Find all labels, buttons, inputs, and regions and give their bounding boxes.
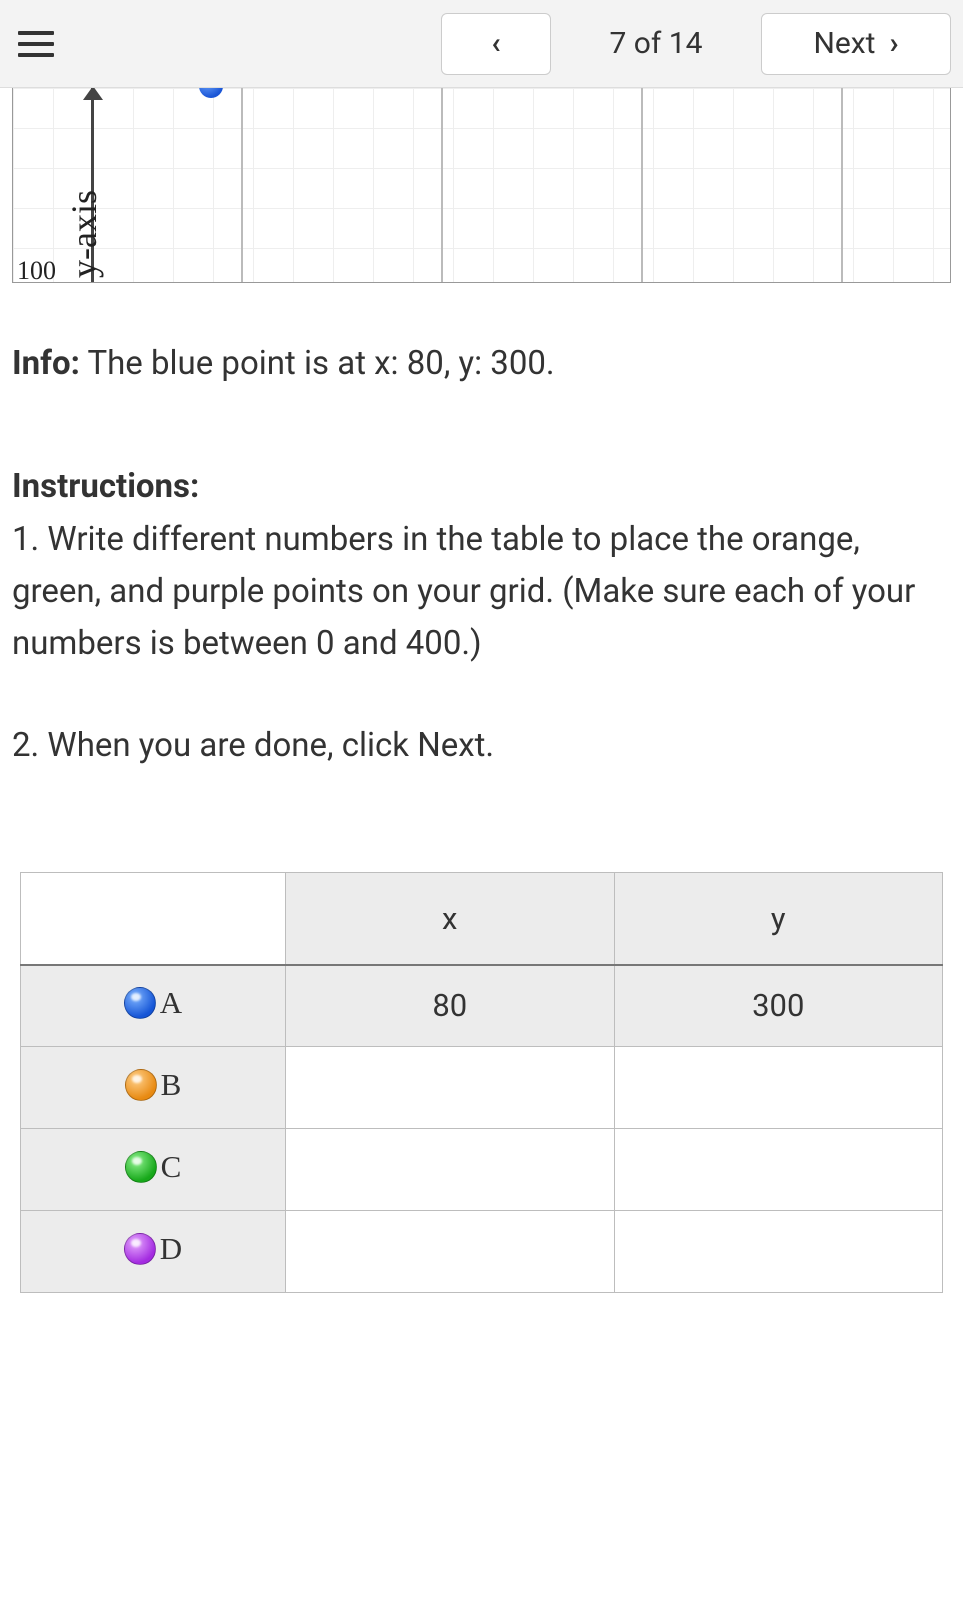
point-label-cell: D — [21, 1211, 286, 1293]
info-line: Info: The blue point is at x: 80, y: 300… — [12, 339, 951, 389]
table-header-x: x — [286, 873, 615, 965]
point-letter: C — [161, 1149, 182, 1185]
menu-icon[interactable] — [18, 24, 58, 64]
point-letter: A — [160, 985, 182, 1021]
next-button[interactable]: Next › — [761, 13, 951, 75]
table-row: B — [21, 1047, 943, 1129]
table-header-blank — [21, 873, 286, 965]
x-value-cell: 80 — [286, 965, 615, 1047]
x-value-cell[interactable] — [286, 1047, 615, 1129]
point-label-cell: C — [21, 1129, 286, 1211]
purple-point-icon — [124, 1233, 156, 1265]
next-button-label: Next — [813, 26, 875, 61]
y-axis-arrow-icon — [83, 88, 103, 100]
x-value-cell[interactable] — [286, 1129, 615, 1211]
info-text: The blue point is at x: 80, y: 300. — [87, 344, 554, 383]
point-letter: D — [160, 1231, 182, 1267]
y-value-cell[interactable] — [614, 1129, 943, 1211]
points-table: x y A 80300 B C D — [20, 872, 943, 1293]
y-value-cell: 300 — [614, 965, 943, 1047]
info-prefix: Info: — [12, 344, 80, 383]
point-label-cell: A — [21, 965, 286, 1047]
y-value-cell[interactable] — [614, 1047, 943, 1129]
table-header-y: y — [614, 873, 943, 965]
table-row: D — [21, 1211, 943, 1293]
prev-button[interactable]: ‹ — [441, 13, 551, 75]
y-value-cell[interactable] — [614, 1211, 943, 1293]
table-row: C — [21, 1129, 943, 1211]
point-letter: B — [161, 1067, 182, 1103]
coordinate-grid[interactable]: y-axis 100 — [12, 88, 951, 283]
y-tick-label: 100 — [17, 256, 56, 283]
page-indicator: 7 of 14 — [559, 13, 753, 75]
chevron-left-icon: ‹ — [491, 26, 500, 61]
orange-point-icon — [125, 1069, 157, 1101]
point-label-cell: B — [21, 1047, 286, 1129]
point-blue[interactable] — [199, 88, 223, 98]
green-point-icon — [125, 1151, 157, 1183]
instructions-heading: Instructions: — [12, 467, 951, 506]
x-value-cell[interactable] — [286, 1211, 615, 1293]
y-axis-label: y-axis — [63, 190, 105, 278]
instruction-step-1: 1. Write different numbers in the table … — [12, 514, 951, 670]
table-row: A 80300 — [21, 965, 943, 1047]
topbar: ‹ 7 of 14 Next › — [0, 0, 963, 88]
blue-point-icon — [124, 987, 156, 1019]
instruction-step-2: 2. When you are done, click Next. — [12, 720, 951, 772]
chevron-right-icon: › — [889, 26, 898, 61]
